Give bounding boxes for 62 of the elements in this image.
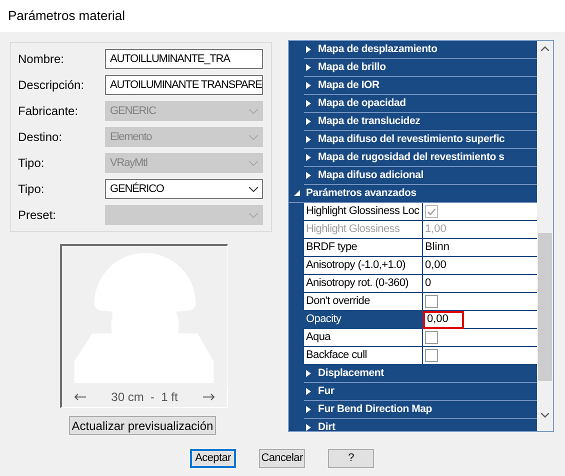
value-field[interactable]: 0,00 (423, 310, 464, 328)
collapse-triangle-icon (294, 190, 300, 197)
expand-triangle-icon (306, 388, 312, 395)
section-header[interactable]: Mapa de desplazamiento (304, 41, 537, 59)
property-name[interactable]: Anisotropy (-1.0,+1.0) (304, 257, 423, 274)
field-label: Destino: (18, 129, 64, 146)
text-field[interactable]: AUTOILLUMINANTE_TRA (105, 49, 263, 69)
property-name[interactable]: BRDF type (304, 239, 423, 256)
section-header[interactable]: Mapa de rugosidad del revestimiento s (304, 149, 537, 167)
section-header[interactable]: Fur (304, 383, 537, 401)
expand-triangle-icon (306, 82, 312, 89)
property-name[interactable]: Backface cull (304, 347, 423, 364)
chevron-down-icon (249, 108, 258, 114)
scroll-down-icon[interactable] (541, 413, 549, 418)
property-value[interactable]: 0 (423, 274, 434, 292)
expand-triangle-icon (306, 46, 312, 53)
scrollbar[interactable] (537, 41, 553, 431)
section-header[interactable]: Mapa de opacidad (304, 95, 537, 113)
update-preview-button[interactable]: Actualizar previsualización (69, 416, 216, 435)
property-name[interactable]: Don't override (304, 293, 423, 310)
field-label: Tipo: (18, 181, 46, 198)
section-header[interactable]: Mapa de translucidez (304, 113, 537, 131)
checkbox[interactable] (425, 295, 438, 308)
checkbox[interactable] (425, 331, 438, 344)
property-name[interactable]: Anisotropy rot. (0-360) (304, 275, 423, 292)
expand-triangle-icon (306, 172, 312, 179)
expand-triangle-icon (306, 424, 312, 431)
arrow-right-icon[interactable] (203, 393, 215, 402)
section-header[interactable]: Mapa difuso adicional (304, 167, 537, 185)
field-label: Tipo: (18, 155, 46, 172)
section-header[interactable]: Mapa difuso del revestimiento superfic (304, 131, 537, 149)
expand-triangle-icon (306, 136, 312, 143)
expand-triangle-icon (306, 406, 312, 413)
dropdown[interactable]: GENÉRICO (105, 179, 263, 199)
chevron-down-icon (249, 134, 258, 140)
section-header[interactable]: Mapa de IOR (304, 77, 537, 95)
expand-triangle-icon (306, 118, 312, 125)
dialog-button[interactable]: Aceptar (190, 449, 236, 468)
arrow-left-icon[interactable] (74, 393, 86, 402)
expand-triangle-icon (306, 370, 312, 377)
expand-triangle-icon (306, 64, 312, 71)
scroll-up-icon[interactable] (541, 46, 549, 51)
dialog-button[interactable]: ? (328, 449, 374, 468)
window-title: Parámetros material (8, 7, 126, 26)
section-header[interactable]: Fur Bend Direction Map (304, 401, 537, 419)
field-label: Fabricante: (18, 103, 80, 120)
scale-label: 30 cm - 1 ft (111, 389, 178, 406)
section-header[interactable]: Displacement (304, 365, 537, 383)
dialog-button[interactable]: Cancelar (259, 449, 305, 468)
property-name[interactable]: Aqua (304, 329, 423, 346)
chevron-down-icon (249, 160, 258, 166)
chevron-down-icon (249, 186, 258, 192)
checkbox[interactable] (425, 349, 438, 362)
field-label: Preset: (18, 207, 58, 224)
chevron-down-icon (249, 212, 258, 218)
text-field[interactable]: AUTOILUMINANTE TRANSPARE (105, 75, 263, 95)
section-header[interactable]: Mapa de brillo (304, 59, 537, 77)
field-label: Descripción: (18, 77, 86, 94)
expand-triangle-icon (306, 154, 312, 161)
field-label: Nombre: (18, 51, 66, 68)
scrollbar-thumb[interactable] (538, 233, 552, 381)
expand-triangle-icon (306, 100, 312, 107)
